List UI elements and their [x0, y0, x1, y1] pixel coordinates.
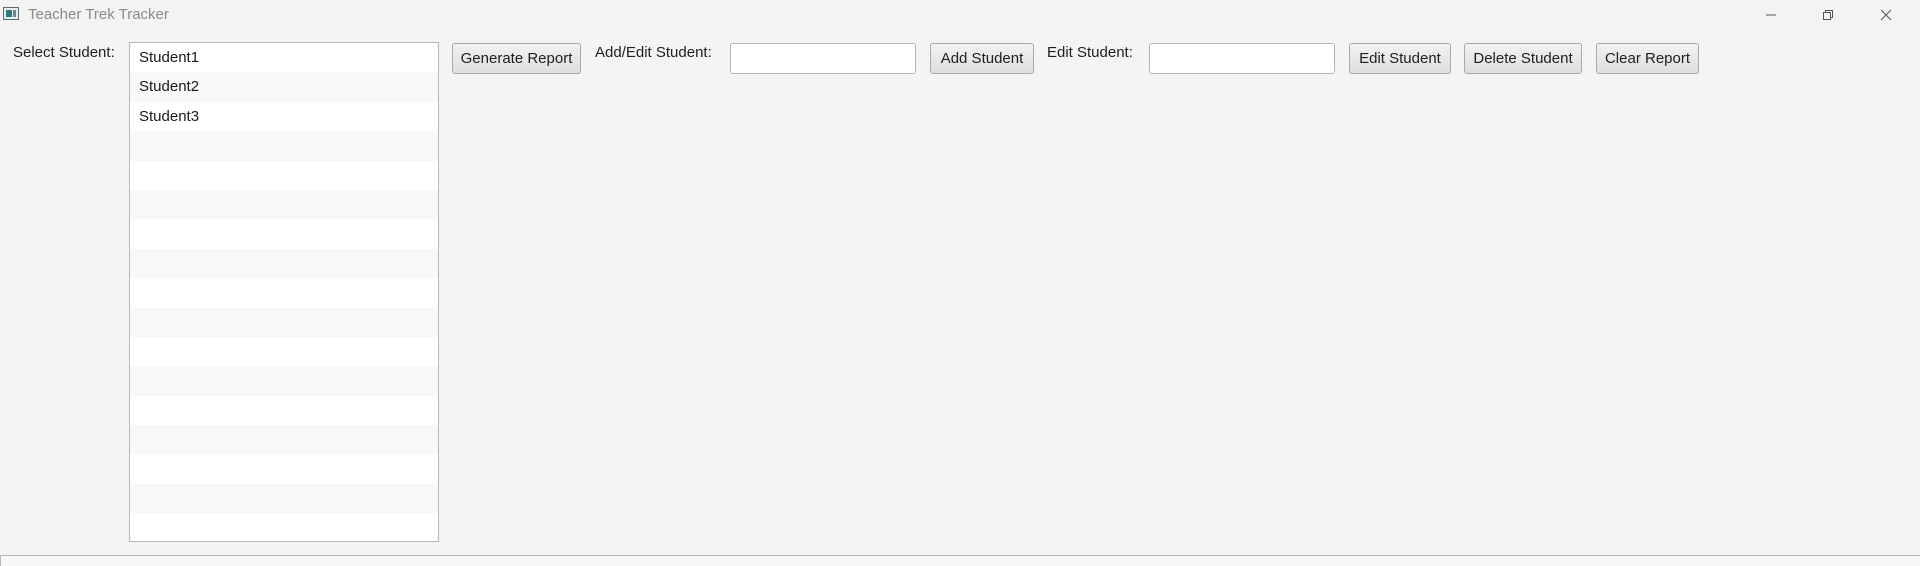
empty-list-row — [130, 425, 438, 455]
empty-list-row — [130, 395, 438, 426]
edit-student-button[interactable]: Edit Student — [1349, 43, 1451, 74]
restore-button[interactable] — [1800, 0, 1856, 30]
empty-list-row — [130, 336, 438, 367]
student-list[interactable]: Student1 Student2 Student3 — [129, 42, 439, 542]
select-student-label: Select Student: — [13, 44, 115, 61]
empty-list-row — [130, 366, 438, 396]
window-title: Teacher Trek Tracker — [28, 6, 169, 23]
edit-student-label: Edit Student: — [1047, 44, 1133, 61]
edit-student-input[interactable] — [1149, 43, 1335, 74]
list-item[interactable]: Student2 — [130, 72, 438, 102]
minimize-icon — [1766, 14, 1776, 16]
minimize-button[interactable] — [1743, 0, 1799, 30]
empty-list-row — [130, 483, 438, 514]
add-edit-student-input[interactable] — [730, 43, 916, 74]
title-bar[interactable]: Teacher Trek Tracker — [0, 0, 1920, 30]
clear-report-button[interactable]: Clear Report — [1596, 43, 1699, 74]
empty-list-row — [130, 189, 438, 220]
close-icon — [1880, 9, 1892, 21]
empty-list-row — [130, 248, 438, 279]
empty-list-row — [130, 454, 438, 484]
empty-list-row — [130, 219, 438, 249]
restore-icon — [1823, 10, 1833, 20]
empty-list-row — [130, 307, 438, 337]
add-student-button[interactable]: Add Student — [930, 43, 1034, 74]
generate-report-button[interactable]: Generate Report — [452, 43, 581, 74]
empty-list-row — [130, 513, 438, 541]
list-item[interactable]: Student1 — [130, 43, 438, 73]
close-button[interactable] — [1858, 0, 1914, 30]
report-area-edge — [0, 555, 1920, 566]
empty-list-row — [130, 160, 438, 190]
list-item[interactable]: Student3 — [130, 101, 438, 132]
delete-student-button[interactable]: Delete Student — [1464, 43, 1582, 74]
add-edit-student-label: Add/Edit Student: — [595, 44, 712, 61]
empty-list-row — [130, 131, 438, 161]
empty-list-row — [130, 278, 438, 308]
app-icon — [3, 7, 19, 20]
app-window: Teacher Trek Tracker Select Student: Stu… — [0, 0, 1920, 566]
